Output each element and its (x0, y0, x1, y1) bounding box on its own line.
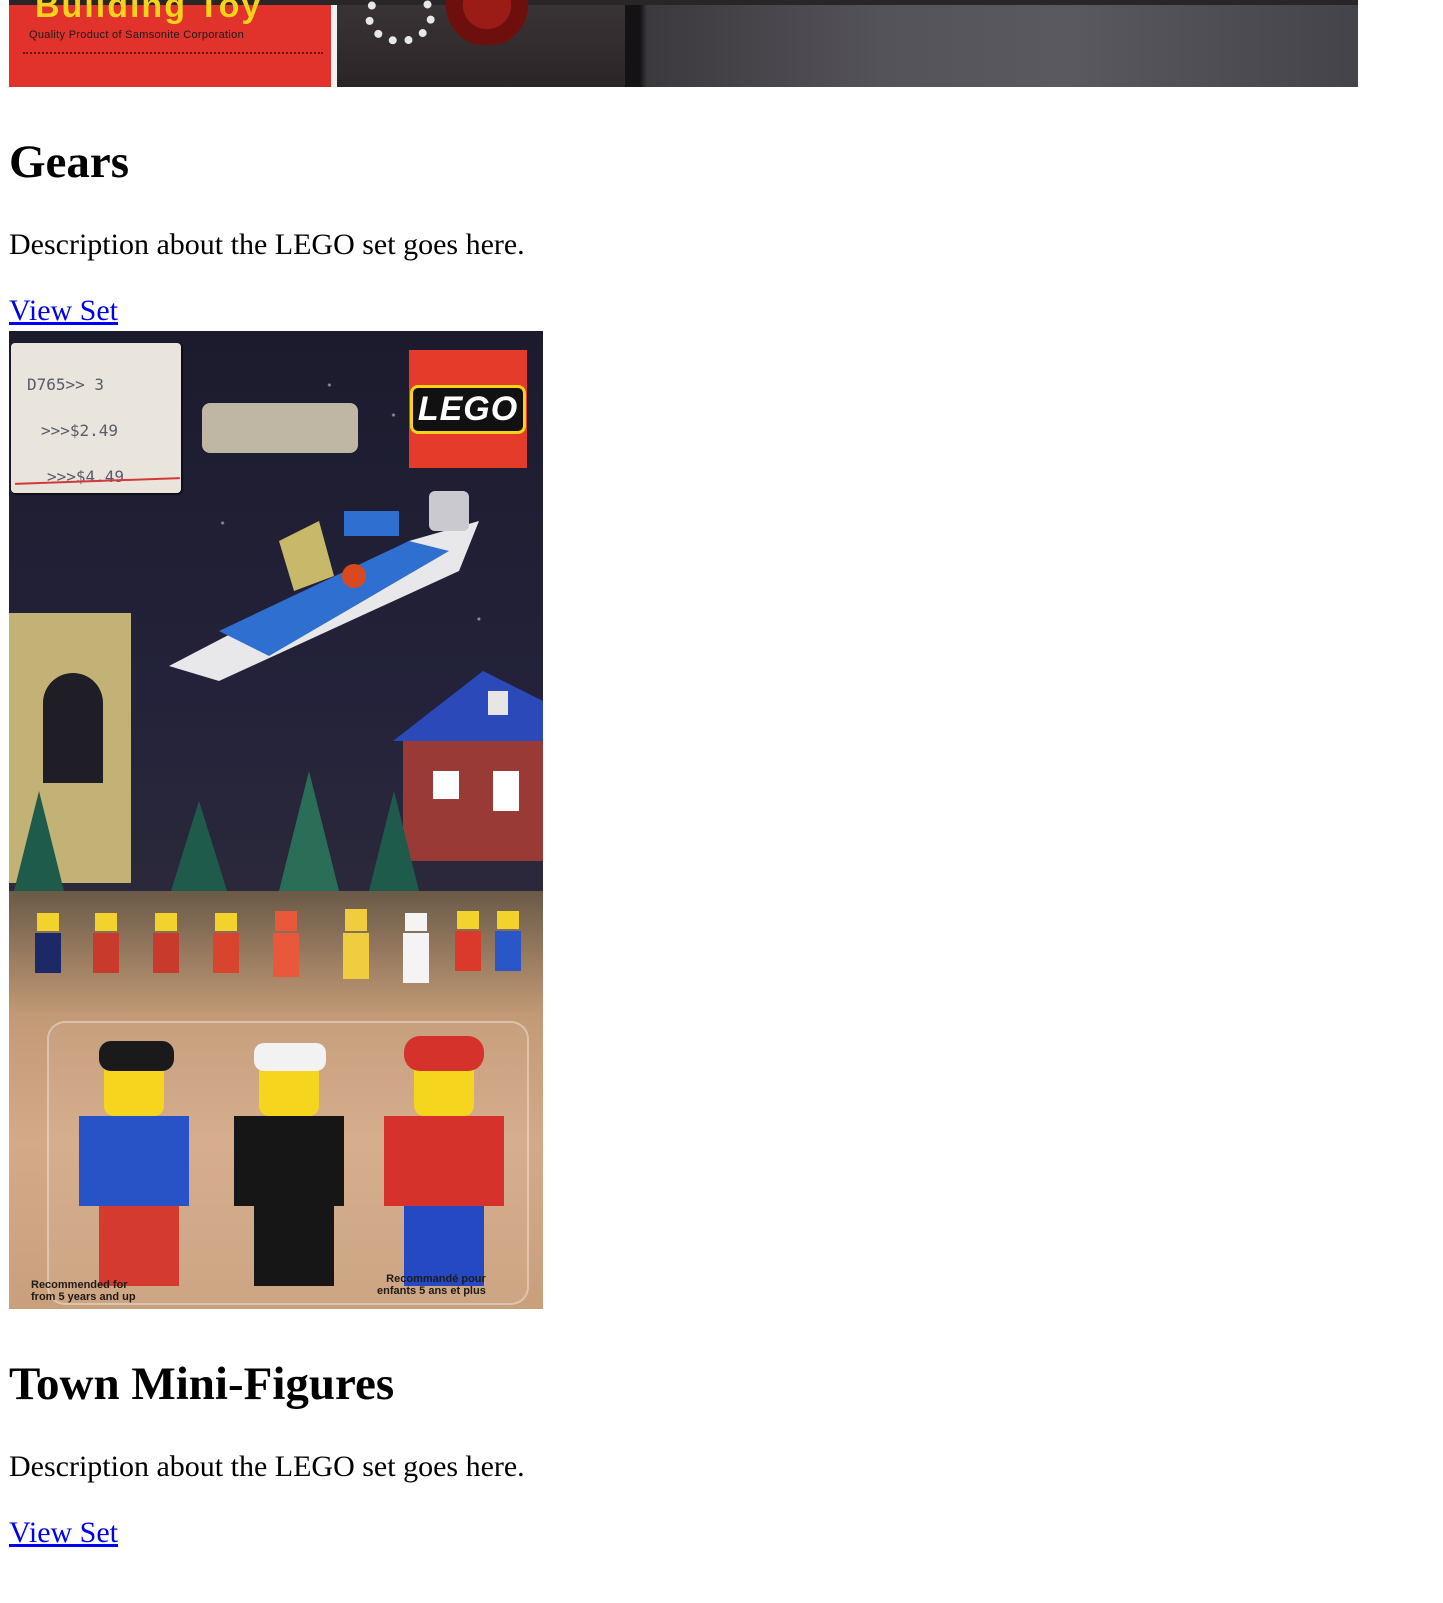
box-dark-panel (625, 5, 1358, 87)
price-sticker: D765>> 3 >>>$2.49 >>>$4.49 (11, 343, 181, 493)
age-recommendation-fr: Recommandé pour enfants 5 ans et plus (377, 1273, 486, 1298)
view-set-link[interactable]: View Set (9, 296, 118, 326)
set-title: Gears (9, 136, 130, 188)
spaceship-icon (169, 491, 479, 681)
hang-hole (202, 403, 358, 453)
minifigure-lineup-icon (35, 909, 521, 983)
box-tagline: Quality Product of Samsonite Corporation (29, 29, 244, 41)
lego-logo: LEGO (409, 350, 527, 468)
box-fineprint (23, 52, 323, 60)
white-gear-icon (365, 0, 435, 45)
price-line: D765>> 3 (27, 375, 105, 394)
red-gear-icon (432, 0, 542, 45)
pine-trees-icon (14, 771, 419, 891)
set-description: Description about the LEGO set goes here… (9, 228, 525, 261)
minifigures-in-pack-icon (79, 1036, 504, 1286)
box-label-red: Building Toy Quality Product of Samsonit… (9, 0, 331, 87)
gears-photo (337, 0, 625, 87)
gears-set-image: Building Toy Quality Product of Samsonit… (9, 0, 1358, 87)
age-recommendation-en: Recommended for from 5 years and up (31, 1279, 136, 1304)
price-line: >>>$2.49 (41, 421, 119, 440)
town-minifigures-set-image: D765>> 3 >>>$2.49 >>>$4.49 LEGO Recommen… (9, 331, 543, 1309)
lego-logo-text: LEGO (409, 384, 527, 434)
box-wordmark: Building Toy (35, 0, 263, 25)
view-set-link[interactable]: View Set (9, 1518, 118, 1548)
set-title: Town Mini-Figures (9, 1358, 395, 1410)
set-description: Description about the LEGO set goes here… (9, 1450, 525, 1483)
